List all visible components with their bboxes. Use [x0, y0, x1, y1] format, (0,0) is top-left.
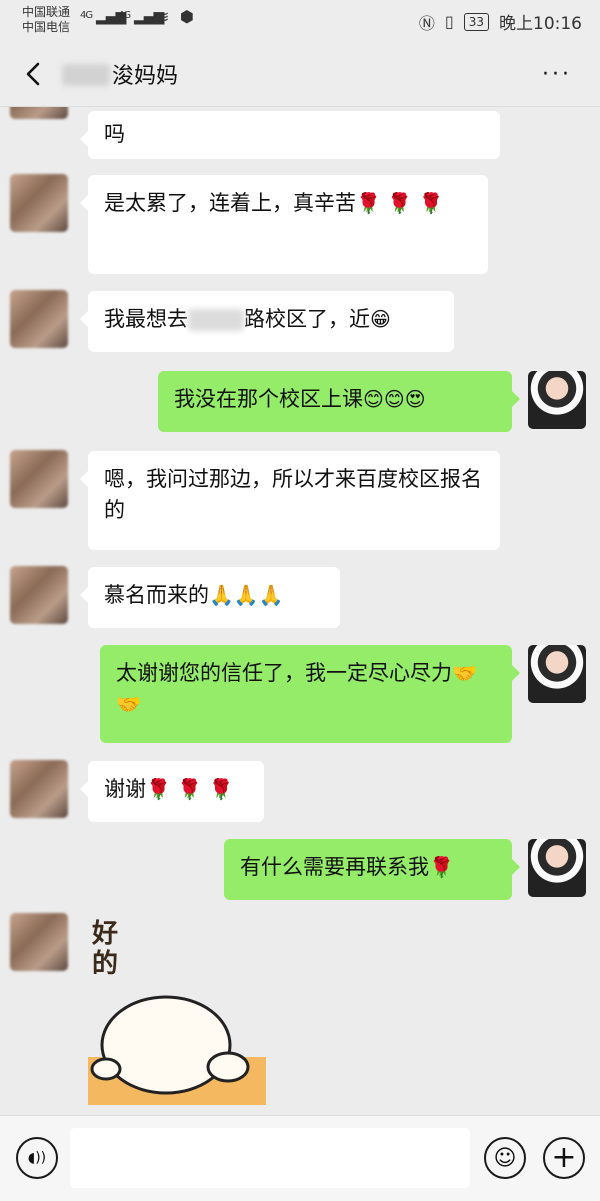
message-text: 是太累了，连着上，真辛苦 [104, 191, 356, 215]
message-in[interactable]: 嗯，我问过那边，所以才来百度校区报名的 [80, 451, 500, 550]
message-text: 嗯，我问过那边，所以才来百度校区报名的 [104, 467, 482, 522]
status-bar: 中国联通 中国电信 4G ▂▄▆ 4G ▂▄▆ ≋ ⬢ Ⓝ ▯ 33 晚上10:… [0, 0, 600, 42]
voice-glyph: ◖)) [27, 1150, 47, 1166]
message-in[interactable]: 是太累了，连着上，真辛苦🌹 🌹 🌹 [80, 175, 488, 274]
contact-avatar[interactable] [10, 760, 68, 818]
plus-glyph: + [551, 1140, 577, 1175]
message-out[interactable]: 我没在那个校区上课😊😊😍 [158, 371, 520, 432]
contact-avatar[interactable] [10, 290, 68, 348]
battery-indicator: 33 [463, 12, 489, 31]
message-in[interactable]: 我最想去 路校区了，近😁 [80, 291, 454, 352]
clock: 晚上10:16 [499, 14, 582, 34]
message-text: 太谢谢您的信任了，我一定尽心尽力 [116, 661, 452, 685]
redacted-name-part [62, 64, 110, 86]
message-text: 谢谢 [104, 777, 146, 801]
my-avatar[interactable] [528, 645, 586, 703]
message-text: 慕名而来的 [104, 583, 209, 607]
contact-avatar[interactable] [10, 450, 68, 508]
message-in[interactable]: 谢谢🌹 🌹 🌹 [80, 761, 264, 822]
carrier-1: 中国联通 [22, 5, 71, 19]
contact-avatar[interactable] [10, 913, 68, 971]
carrier-info: 中国联通 中国电信 [22, 5, 70, 35]
redacted-text [188, 309, 244, 331]
nfc-icon: Ⓝ [418, 13, 435, 33]
back-arrow-icon[interactable] [20, 56, 50, 92]
rose-emoji: 🌹 [429, 855, 454, 879]
grin-emoji: 😁 [370, 307, 391, 331]
contact-avatar[interactable] [10, 107, 68, 119]
message-input[interactable] [70, 1128, 470, 1188]
message-text: 吗 [104, 122, 125, 146]
contact-avatar[interactable] [10, 566, 68, 624]
message-out[interactable]: 有什么需要再联系我🌹 [224, 839, 520, 900]
input-bar: ◖)) ☺ + [0, 1115, 600, 1201]
voice-icon[interactable]: ◖)) [16, 1137, 58, 1179]
message-out[interactable]: 太谢谢您的信任了，我一定尽心尽力🤝🤝 [100, 645, 520, 743]
my-avatar[interactable] [528, 839, 586, 897]
vibrate-icon: ▯ [444, 12, 454, 31]
sticker-caption: 好 的 [92, 919, 119, 979]
contact-avatar[interactable] [10, 174, 68, 232]
rose-emoji: 🌹 🌹 🌹 [146, 777, 234, 801]
status-right: Ⓝ ▯ 33 晚上10:16 [419, 9, 582, 34]
chat-title: 浚妈妈 [112, 64, 179, 89]
more-options-icon[interactable]: ··· [542, 64, 572, 86]
chat-header: 浚妈妈 ··· [0, 42, 600, 107]
message-text: 我没在那个校区上课 [174, 387, 363, 411]
emoji-glyph: ☺ [493, 1145, 517, 1171]
network-type-1: 4G [80, 10, 93, 21]
smile-emoji: 😊😊😍 [363, 387, 426, 411]
message-in[interactable]: 吗 [80, 111, 500, 159]
emoji-icon[interactable]: ☺ [484, 1137, 526, 1179]
pray-emoji: 🙏🙏🙏 [209, 583, 284, 607]
message-list[interactable]: 吗 是太累了，连着上，真辛苦🌹 🌹 🌹 我最想去 路校区了，近😁 我没在那个校区上… [0, 107, 600, 1115]
message-in[interactable]: 慕名而来的🙏🙏🙏 [80, 567, 340, 628]
carrier-2: 中国电信 [22, 20, 71, 34]
network-type-2: 4G [118, 10, 131, 21]
rose-emoji: 🌹 🌹 🌹 [356, 191, 444, 215]
my-avatar[interactable] [528, 371, 586, 429]
wifi-icon: ≋ [156, 7, 169, 26]
message-text: 我最想去 [104, 307, 188, 331]
sync-icon: ⬢ [180, 7, 194, 26]
plus-icon[interactable]: + [543, 1137, 585, 1179]
message-text: 有什么需要再联系我 [240, 855, 429, 879]
message-text-2: 路校区了，近 [244, 307, 370, 331]
